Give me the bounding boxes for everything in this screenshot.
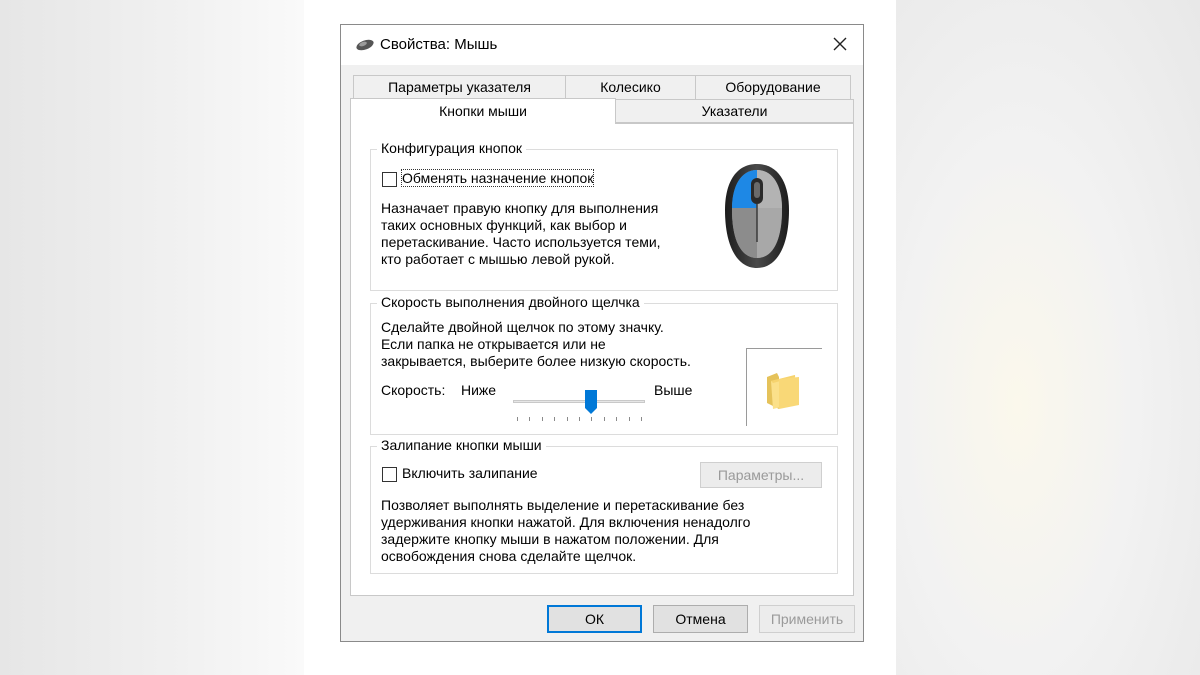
- window-title: Свойства: Мышь: [380, 36, 498, 53]
- double-click-description: Сделайте двойной щелчок по этому значку.…: [381, 319, 691, 369]
- apply-button[interactable]: Применить: [759, 605, 855, 633]
- slider-tick: [591, 417, 593, 421]
- slider-tick: [641, 417, 642, 421]
- group-title: Скорость выполнения двойного щелчка: [377, 294, 644, 310]
- ok-button[interactable]: ОК: [547, 605, 642, 633]
- close-icon: [833, 37, 847, 51]
- tab-wheel[interactable]: Колесико: [565, 75, 696, 99]
- folder-icon[interactable]: [765, 371, 801, 414]
- background-left: [0, 0, 304, 675]
- slider-tick: [529, 417, 531, 421]
- speed-slider-track[interactable]: [513, 400, 645, 403]
- click-lock-group: Залипание кнопки мыши Включить залипание…: [370, 437, 838, 574]
- title-bar: Свойства: Мышь: [341, 25, 863, 65]
- tab-pointer-options[interactable]: Параметры указателя: [353, 75, 566, 99]
- slider-tick: [566, 417, 568, 421]
- slider-tick: [616, 417, 618, 421]
- click-lock-description: Позволяет выполнять выделение и перетаск…: [381, 497, 751, 564]
- group-title: Конфигурация кнопок: [377, 140, 526, 156]
- cancel-button[interactable]: Отмена: [653, 605, 748, 633]
- speed-low-label: Ниже: [461, 382, 497, 398]
- mouse-illustration-icon: [721, 162, 793, 275]
- swap-buttons-checkbox[interactable]: [382, 172, 397, 187]
- tab-pointers[interactable]: Указатели: [615, 99, 854, 123]
- tab-mouse-buttons[interactable]: Кнопки мыши: [350, 98, 616, 124]
- double-click-group: Скорость выполнения двойного щелчка Сдел…: [370, 294, 838, 435]
- speed-label: Скорость:: [381, 382, 446, 398]
- mouse-icon: [355, 38, 375, 55]
- mouse-properties-dialog: Свойства: Мышь Параметры указателя Колес…: [340, 24, 864, 642]
- speed-high-label: Выше: [654, 382, 693, 398]
- click-lock-checkbox[interactable]: [382, 467, 397, 482]
- group-title: Залипание кнопки мыши: [377, 437, 546, 453]
- slider-tick: [517, 417, 518, 421]
- slider-tick: [628, 417, 630, 421]
- slider-tick: [541, 417, 543, 421]
- test-folder-area[interactable]: [746, 348, 822, 426]
- tab-panel: Конфигурация кнопок Обменять назначение …: [350, 123, 854, 596]
- speed-slider-thumb[interactable]: [585, 390, 597, 417]
- tab-hardware[interactable]: Оборудование: [695, 75, 851, 99]
- close-button[interactable]: [817, 25, 863, 63]
- button-config-description: Назначает правую кнопку для выполнения т…: [381, 200, 661, 267]
- background-right: [896, 0, 1200, 675]
- button-config-group: Конфигурация кнопок Обменять назначение …: [370, 140, 838, 291]
- click-lock-label[interactable]: Включить залипание: [402, 465, 538, 481]
- slider-tick: [603, 417, 605, 421]
- swap-buttons-label[interactable]: Обменять назначение кнопок: [400, 169, 595, 187]
- slider-tick: [554, 417, 556, 421]
- slider-tick: [579, 417, 580, 421]
- click-lock-settings-button[interactable]: Параметры...: [700, 462, 822, 488]
